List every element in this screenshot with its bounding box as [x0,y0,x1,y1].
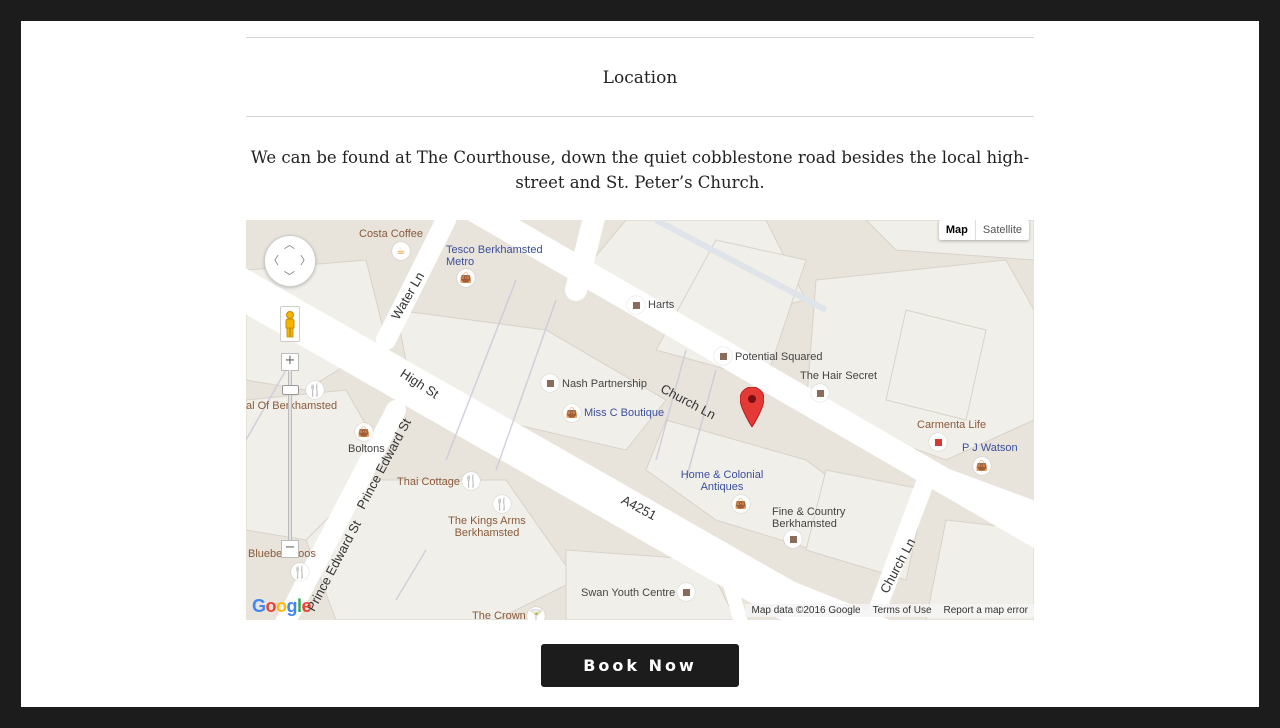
pan-left-icon[interactable]: 〈 [268,255,279,266]
place-square-icon[interactable] [677,583,695,601]
content-card: Location We can be found at The Courthou… [21,21,1259,707]
shopping-bag-icon[interactable]: 👜 [457,269,475,287]
divider-bottom [246,116,1034,117]
place-label-boltons: Boltons [348,443,385,455]
map-attribution: Map data ©2016 Google Terms of Use Repor… [745,604,1034,617]
coffee-cup-icon[interactable]: ☕ [392,242,410,260]
map-type-satellite-button[interactable]: Satellite [976,220,1029,240]
street-view-pegman-icon[interactable] [280,306,300,342]
embedded-map[interactable]: Water Ln High St Church Ln A4251 Prince … [246,220,1034,620]
report-error-link[interactable]: Report a map error [944,605,1028,616]
zoom-out-button[interactable]: − [281,540,299,558]
fork-knife-icon[interactable]: 🍴 [493,495,511,513]
terms-link[interactable]: Terms of Use [873,605,932,616]
book-now-button[interactable]: Book Now [541,644,739,687]
place-square-icon[interactable] [811,384,829,402]
fork-knife-icon[interactable]: 🍴 [291,563,309,581]
zoom-slider-track[interactable] [288,370,292,548]
map-type-control: Map Satellite [938,220,1029,240]
place-label-pj-watson: P J Watson [962,442,1018,454]
location-description: We can be found at The Courthouse, down … [250,148,1030,192]
shopping-bag-icon[interactable]: 👜 [355,423,373,441]
place-label-costa: Costa Coffee [359,228,424,240]
place-label-potential-squared: Potential Squared [735,351,823,363]
pan-right-icon[interactable]: 〉 [300,255,311,266]
zoom-slider-handle[interactable] [282,385,299,395]
place-label-tesco: Tesco Berkhamsted Metro [446,244,543,268]
map-tiles [246,220,1034,620]
place-label-home-colonial: Home & Colonial Antiques [680,469,764,493]
shopping-bag-icon[interactable]: 👜 [563,404,581,422]
pan-down-icon[interactable]: ﹀ [284,271,295,282]
place-label-hair-secret: The Hair Secret [800,370,878,382]
shopping-bag-icon[interactable]: 👜 [732,495,750,513]
place-square-icon[interactable] [929,433,947,451]
place-square-icon[interactable] [541,374,559,392]
place-label-miss-c: Miss C Boutique [584,407,665,419]
place-label-kings-arms: The Kings Arms Berkhamsted [448,515,526,539]
fork-knife-icon[interactable]: 🍴 [306,381,324,399]
section-title: Location [602,68,678,88]
place-square-icon[interactable] [627,296,645,314]
pan-up-icon[interactable]: ︿ [284,239,295,250]
map-type-map-button[interactable]: Map [939,220,976,240]
pan-control-icon[interactable]: ︿ ﹀ 〈 〉 [264,235,316,287]
place-label-crown: The Crown [472,610,526,620]
place-label-carmenta: Carmenta Life [917,419,987,431]
google-logo[interactable]: Google [252,596,312,617]
place-label-thai-cottage: Thai Cottage [397,476,460,488]
map-data-text: Map data ©2016 Google [751,605,861,616]
divider-top [246,37,1034,38]
zoom-in-button[interactable]: + [281,353,299,371]
place-square-icon[interactable] [784,530,802,548]
place-label-fine-country: Fine & Country Berkhamsted [772,506,846,530]
fork-knife-icon[interactable]: 🍴 [462,472,480,490]
place-label-nash: Nash Partnership [562,378,647,390]
shopping-bag-icon[interactable]: 👜 [973,457,991,475]
fork-knife-icon[interactable]: 🍸 [527,607,545,620]
place-label-harts: Harts [648,299,675,311]
place-label-swan: Swan Youth Centre [581,587,676,599]
place-square-icon[interactable] [714,347,732,365]
